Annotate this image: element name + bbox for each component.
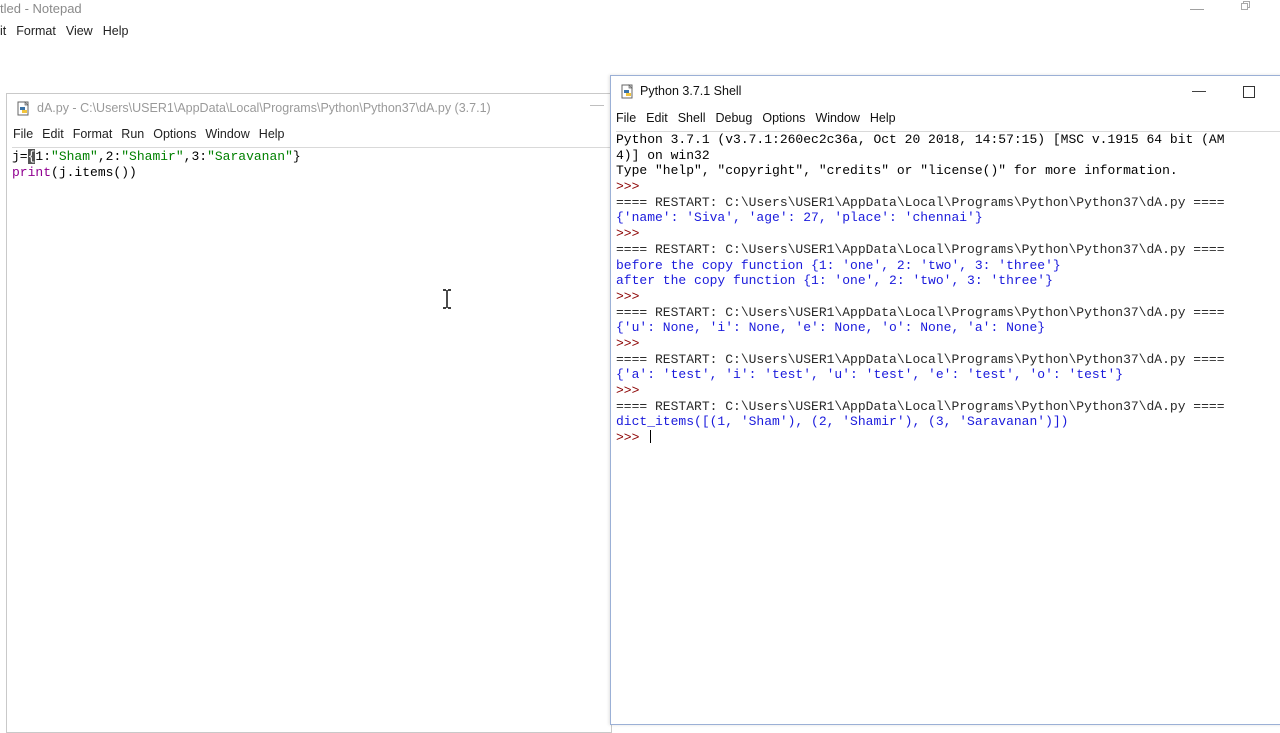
shell-menu-window[interactable]: Window: [815, 111, 859, 125]
notepad-minimize-icon[interactable]: —: [1190, 0, 1204, 16]
code-token: (j.items()): [51, 164, 137, 180]
shell-output-area[interactable]: Python 3.7.1 (v3.7.1:260ec2c36a, Oct 20 …: [616, 131, 1280, 721]
shell-restart-line: ==== RESTART: C:\Users\USER1\AppData\Loc…: [616, 398, 1225, 414]
notepad-menu-format[interactable]: Format: [16, 24, 56, 40]
editor-menu-options[interactable]: Options: [153, 127, 196, 141]
shell-banner-line: Python 3.7.1 (v3.7.1:260ec2c36a, Oct 20 …: [616, 132, 1225, 147]
shell-banner-line: 4)] on win32: [616, 147, 710, 163]
shell-menu-file[interactable]: File: [616, 111, 636, 125]
shell-restart-line: ==== RESTART: C:\Users\USER1\AppData\Loc…: [616, 304, 1225, 320]
shell-maximize-icon[interactable]: [1243, 86, 1255, 98]
shell-restart-line: ==== RESTART: C:\Users\USER1\AppData\Loc…: [616, 351, 1225, 367]
idle-shell-window: Python 3.7.1 Shell — File Edit Shell Deb…: [610, 75, 1280, 725]
code-token: j=: [12, 149, 28, 164]
text-caret: [650, 430, 652, 444]
code-line-2: print(j.items()): [12, 165, 612, 181]
editor-menu-file[interactable]: File: [13, 127, 33, 141]
ibeam-cursor-icon: [443, 289, 451, 309]
code-token: ,3:: [183, 149, 208, 164]
code-line-1: j={1:"Sham",2:"Shamir",3:"Saravanan"}: [12, 149, 612, 165]
editor-minimize-icon[interactable]: —: [590, 96, 604, 112]
editor-menu-edit[interactable]: Edit: [42, 127, 64, 141]
editor-titlebar[interactable]: dA.py - C:\Users\USER1\AppData\Local\Pro…: [7, 94, 611, 122]
notepad-restore-icon[interactable]: [1241, 1, 1250, 10]
shell-output-line: {'name': 'Siva', 'age': 27, 'place': 'ch…: [616, 210, 983, 226]
string-literal: "Sham": [51, 149, 98, 164]
shell-menu-bar: File Edit Shell Debug Options Window Hel…: [616, 111, 896, 125]
editor-menu-help[interactable]: Help: [259, 127, 285, 141]
shell-output-line: after the copy function {1: 'one', 2: 't…: [616, 273, 1053, 289]
shell-output-line: {'a': 'test', 'i': 'test', 'u': 'test', …: [616, 367, 1124, 383]
shell-menu-edit[interactable]: Edit: [646, 111, 668, 125]
editor-menu-window[interactable]: Window: [205, 127, 249, 141]
editor-code-area[interactable]: j={1:"Sham",2:"Shamir",3:"Saravanan"} pr…: [12, 147, 612, 727]
string-literal: "Shamir": [121, 149, 184, 164]
shell-menu-options[interactable]: Options: [762, 111, 805, 125]
shell-prompt: >>>: [616, 226, 648, 242]
notepad-title: tled - Notepad: [0, 1, 82, 16]
notepad-menu-view[interactable]: View: [66, 24, 93, 40]
shell-menu-help[interactable]: Help: [870, 111, 896, 125]
string-literal: "Saravanan": [207, 149, 293, 164]
idle-editor-window: dA.py - C:\Users\USER1\AppData\Local\Pro…: [6, 93, 612, 733]
shell-restart-line: ==== RESTART: C:\Users\USER1\AppData\Loc…: [616, 241, 1225, 257]
shell-prompt: >>>: [616, 288, 648, 304]
editor-title: dA.py - C:\Users\USER1\AppData\Local\Pro…: [37, 101, 491, 115]
shell-minimize-icon[interactable]: —: [1192, 82, 1206, 98]
shell-prompt-text: >>>: [616, 430, 648, 446]
shell-output-line: before the copy function {1: 'one', 2: '…: [616, 257, 1061, 273]
code-token: 1:: [35, 149, 52, 164]
editor-menu-format[interactable]: Format: [73, 127, 113, 141]
code-token: ,2:: [97, 149, 122, 164]
shell-banner-line: Type "help", "copyright", "credits" or "…: [616, 163, 1178, 179]
editor-menu-run[interactable]: Run: [121, 127, 144, 141]
notepad-menu-bar: it Format View Help: [0, 24, 128, 40]
python-file-icon: [17, 101, 29, 116]
shell-active-prompt[interactable]: >>>: [616, 430, 1280, 446]
shell-prompt: >>>: [616, 179, 648, 195]
shell-output-line: {'u': None, 'i': None, 'e': None, 'o': N…: [616, 320, 1046, 336]
code-token: }: [292, 149, 301, 164]
shell-prompt: >>>: [616, 383, 648, 398]
shell-output-line: dict_items([(1, 'Sham'), (2, 'Shamir'), …: [616, 414, 1069, 430]
shell-prompt: >>>: [616, 335, 648, 351]
notepad-menu-edit[interactable]: it: [0, 24, 6, 40]
shell-menu-shell[interactable]: Shell: [678, 111, 706, 125]
python-shell-icon: [621, 84, 633, 99]
shell-title: Python 3.7.1 Shell: [640, 84, 742, 98]
notepad-menu-help[interactable]: Help: [103, 24, 129, 40]
shell-restart-line: ==== RESTART: C:\Users\USER1\AppData\Loc…: [616, 194, 1225, 210]
builtin-keyword: print: [12, 164, 52, 180]
editor-menu-bar: File Edit Format Run Options Window Help: [13, 127, 285, 141]
shell-menu-debug[interactable]: Debug: [716, 111, 753, 125]
shell-titlebar[interactable]: Python 3.7.1 Shell —: [611, 76, 1280, 108]
